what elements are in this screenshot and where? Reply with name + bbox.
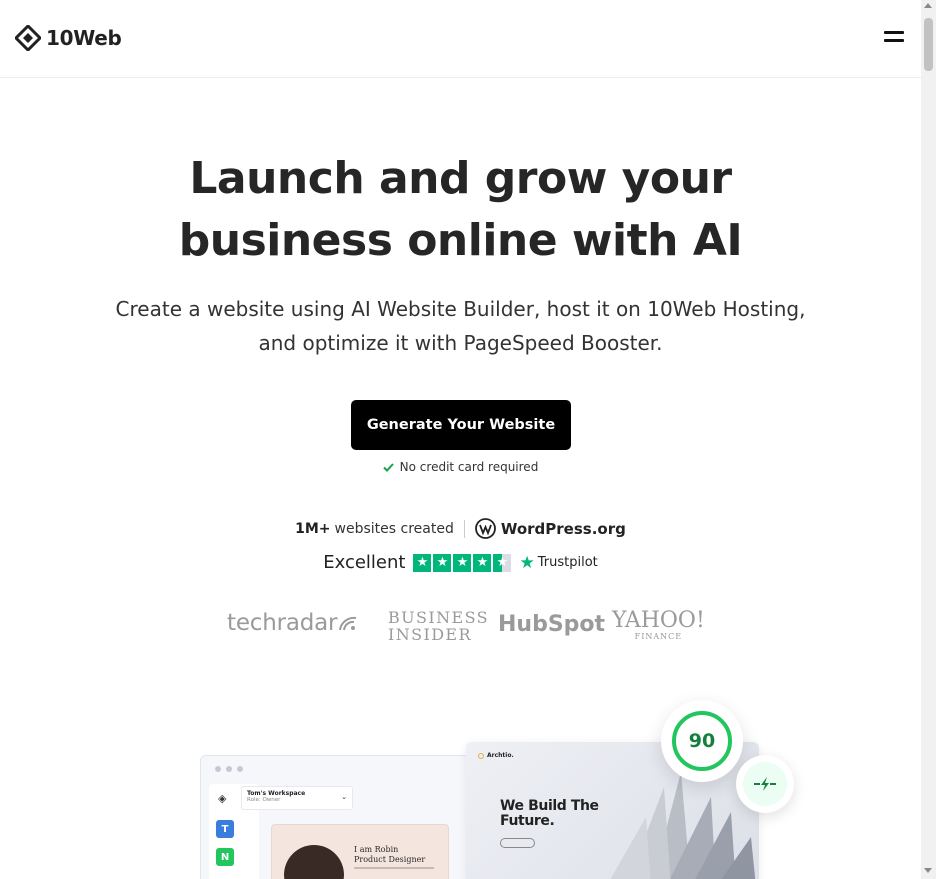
score-ring: 90 bbox=[672, 711, 732, 771]
portrait-image bbox=[284, 845, 344, 879]
portfolio-text-placeholder bbox=[354, 867, 434, 869]
portfolio-line-2: Product Designer bbox=[354, 855, 426, 864]
techradar-text: techradar bbox=[227, 610, 338, 636]
workspace-role: Role: Owner bbox=[247, 797, 281, 803]
10web-logo-icon bbox=[15, 25, 41, 51]
stats-row: 1M+ websites created WordPress.org bbox=[0, 518, 921, 539]
lightning-bolt-icon bbox=[743, 762, 787, 806]
websites-count: 1M+ bbox=[295, 520, 331, 537]
star-icon: ★ bbox=[473, 553, 492, 572]
scrollbar[interactable] bbox=[921, 0, 936, 879]
star-icon: ★ bbox=[413, 553, 432, 572]
wordpress-badge: WordPress.org bbox=[474, 518, 626, 539]
portfolio-heading: I am Robin Product Designer bbox=[354, 845, 425, 865]
yahoo-text: YAHOO! bbox=[612, 608, 705, 633]
logo[interactable]: 10Web bbox=[15, 25, 122, 51]
hero-subtitle: Create a website using AI Website Builde… bbox=[0, 292, 921, 360]
wordpress-icon bbox=[474, 518, 496, 539]
no-credit-card-text: No credit card required bbox=[399, 460, 539, 474]
yahoo-finance-logo: YAHOO! FINANCE bbox=[612, 610, 705, 642]
no-credit-card-note: No credit card required bbox=[0, 460, 921, 474]
hero-title: Launch and grow your business online wit… bbox=[0, 148, 921, 272]
business-insider-logo: BUSINESS INSIDER bbox=[388, 609, 489, 643]
pagespeed-score-badge: 90 bbox=[661, 700, 743, 782]
check-icon bbox=[382, 462, 394, 472]
site-header: 10Web bbox=[0, 0, 921, 78]
workspace-avatar-n: N bbox=[216, 848, 234, 866]
trustpilot-logo: ★ Trustpilot bbox=[519, 553, 597, 573]
workspace-name: Tom's Workspace bbox=[247, 790, 306, 797]
half-star-icon: ★ bbox=[493, 553, 512, 572]
star-icon: ★ bbox=[453, 553, 472, 572]
workspace-selector: Tom's Workspace Role: Owner ⌄ bbox=[241, 786, 353, 810]
generate-website-button[interactable]: Generate Your Website bbox=[351, 400, 571, 450]
mockup-logo-icon: ◈ bbox=[218, 792, 227, 805]
portfolio-line-1: I am Robin bbox=[354, 845, 399, 854]
hubspot-logo: HubSpot bbox=[498, 612, 605, 637]
wordpress-label: WordPress.org bbox=[500, 519, 626, 538]
hero-subtitle-line-1: Create a website using AI Website Builde… bbox=[115, 297, 806, 321]
portfolio-preview-card: I am Robin Product Designer bbox=[271, 824, 449, 879]
business-insider-line-2: INSIDER bbox=[388, 625, 472, 644]
scroll-thumb[interactable] bbox=[924, 18, 933, 71]
hubspot-text: HubSpot bbox=[498, 612, 606, 637]
rating-label: Excellent bbox=[323, 552, 406, 573]
workspace-avatar-t: T bbox=[216, 820, 234, 838]
dashboard-mockup: ◈ T N Tom's Workspace Role: Owner ⌄ I am… bbox=[200, 755, 490, 879]
window-dots bbox=[215, 766, 243, 772]
star-icon: ★ bbox=[433, 553, 452, 572]
trustpilot-rating[interactable]: Excellent ★ ★ ★ ★ ★ ★ Trustpilot bbox=[0, 552, 921, 573]
techradar-signal-icon bbox=[339, 616, 357, 631]
scroll-down-arrow-icon[interactable] bbox=[924, 868, 932, 873]
chevron-down-icon: ⌄ bbox=[341, 793, 347, 801]
trustpilot-star-icon: ★ bbox=[519, 552, 535, 573]
rating-stars: ★ ★ ★ ★ ★ bbox=[413, 553, 512, 572]
techradar-logo: techradar bbox=[227, 610, 359, 636]
yahoo-finance-text: FINANCE bbox=[634, 632, 683, 641]
score-value: 90 bbox=[688, 730, 716, 752]
pagespeed-booster-badge bbox=[736, 755, 794, 813]
trustpilot-label: Trustpilot bbox=[537, 555, 598, 570]
logo-text: 10Web bbox=[46, 26, 122, 50]
hero-subtitle-line-2: and optimize it with PageSpeed Booster. bbox=[258, 331, 663, 355]
stats-divider bbox=[463, 519, 465, 538]
scroll-up-arrow-icon[interactable] bbox=[924, 3, 932, 8]
hero-title-line-2: business online with AI bbox=[178, 215, 743, 266]
websites-count-label: websites created bbox=[334, 520, 454, 537]
hamburger-menu-icon[interactable] bbox=[884, 31, 904, 45]
hero-title-line-1: Launch and grow your bbox=[189, 153, 732, 204]
